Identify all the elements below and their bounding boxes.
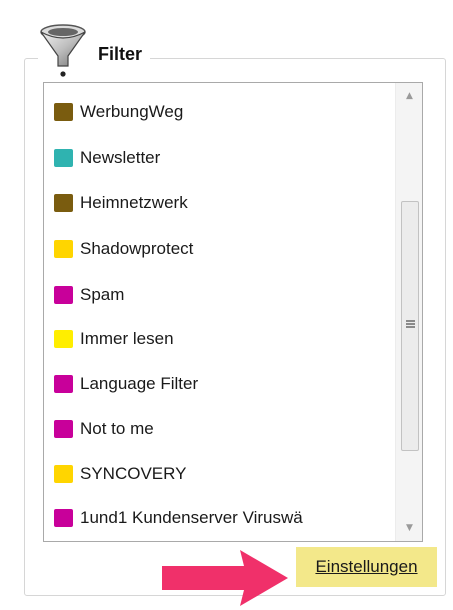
list-item[interactable]: SYNCOVERY <box>54 461 392 487</box>
list-item[interactable]: Language Filter <box>54 371 392 397</box>
color-swatch <box>54 103 73 121</box>
filter-list: WerbungWeg Newsletter Heimnetzwerk Shado… <box>44 83 396 541</box>
scroll-thumb[interactable] <box>401 201 419 451</box>
panel-title: Filter <box>98 43 143 64</box>
filter-listbox[interactable]: WerbungWeg Newsletter Heimnetzwerk Shado… <box>43 82 423 542</box>
filter-label: Not to me <box>80 419 154 438</box>
filter-label: 1und1 Kundenserver Viruswä <box>80 508 303 527</box>
color-swatch <box>54 286 73 304</box>
color-swatch <box>54 240 73 258</box>
filter-label: Heimnetzwerk <box>80 193 188 212</box>
funnel-icon <box>40 24 86 77</box>
list-item[interactable]: Heimnetzwerk <box>54 190 392 216</box>
color-swatch <box>54 509 73 527</box>
color-swatch <box>54 149 73 167</box>
list-item[interactable]: Not to me <box>54 416 392 442</box>
color-swatch <box>54 420 73 438</box>
list-item[interactable]: WerbungWeg <box>54 99 392 125</box>
filter-label: Immer lesen <box>80 329 174 348</box>
settings-link[interactable]: Einstellungen <box>296 547 437 587</box>
filter-label: Shadowprotect <box>80 239 194 258</box>
scroll-up-arrow-icon[interactable]: ▲ <box>396 83 422 109</box>
color-swatch <box>54 194 73 212</box>
filter-label: SYNCOVERY <box>80 464 187 483</box>
filter-group-header: Filter <box>38 22 151 78</box>
scroll-down-arrow-icon[interactable]: ▼ <box>396 515 422 541</box>
grip-icon <box>406 320 415 328</box>
list-item[interactable]: Shadowprotect <box>54 236 392 262</box>
color-swatch <box>54 375 73 393</box>
color-swatch <box>54 465 73 483</box>
list-item[interactable]: Immer lesen <box>54 326 392 352</box>
list-item[interactable]: Newsletter <box>54 145 392 171</box>
filter-label: Spam <box>80 285 125 304</box>
annotation-arrow <box>162 550 288 606</box>
list-item[interactable]: Spam <box>54 282 392 308</box>
filter-label: Language Filter <box>80 374 199 393</box>
filter-label: Newsletter <box>80 148 161 167</box>
filter-label: WerbungWeg <box>80 102 184 121</box>
list-item[interactable]: 1und1 Kundenserver Viruswä <box>54 505 392 531</box>
vertical-scrollbar[interactable]: ▲ ▼ <box>395 83 422 541</box>
color-swatch <box>54 330 73 348</box>
arrow-right-icon <box>162 550 288 606</box>
settings-link-label: Einstellungen <box>315 557 418 576</box>
